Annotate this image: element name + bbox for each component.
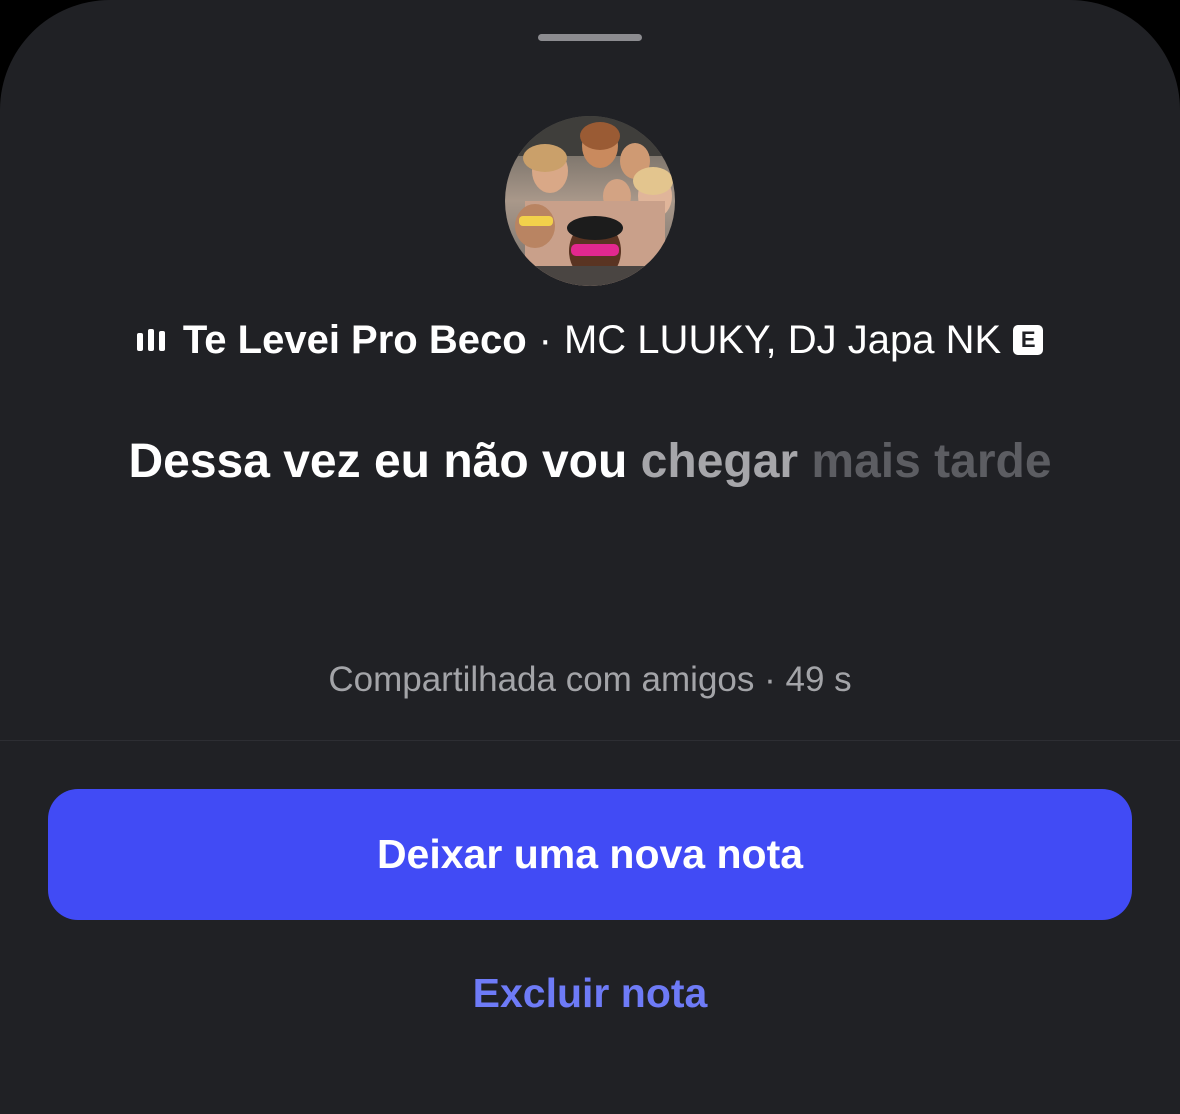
album-art-image bbox=[505, 116, 675, 286]
song-title: Te Levei Pro Beco bbox=[182, 317, 527, 362]
sheet-grabber-handle[interactable] bbox=[538, 34, 642, 41]
lyric-upcoming-text: mais tarde bbox=[811, 435, 1052, 488]
lyric-current-word: chegar bbox=[640, 435, 799, 488]
song-artists: MC LUUKY, DJ Japa NK bbox=[563, 317, 1002, 362]
new-note-button[interactable]: Deixar uma nova nota bbox=[48, 789, 1132, 920]
explicit-badge: E bbox=[1013, 325, 1044, 355]
song-info-row[interactable]: Te Levei Pro Beco · MC LUUKY, DJ Japa NK… bbox=[0, 312, 1180, 368]
divider bbox=[0, 740, 1180, 741]
lyric-line: Dessa vez eu não vou chegar mais tarde bbox=[0, 434, 1180, 489]
note-bottom-sheet: Te Levei Pro Beco · MC LUUKY, DJ Japa NK… bbox=[0, 0, 1180, 1114]
shared-info-text: Compartilhada com amigos · 49 s bbox=[328, 660, 852, 699]
delete-note-link[interactable]: Excluir nota bbox=[0, 970, 1180, 1017]
album-art-avatar bbox=[505, 116, 675, 286]
lyric-sung-text: Dessa vez eu não vou bbox=[128, 435, 628, 488]
equalizer-icon bbox=[136, 329, 165, 351]
song-separator: · bbox=[538, 317, 552, 362]
